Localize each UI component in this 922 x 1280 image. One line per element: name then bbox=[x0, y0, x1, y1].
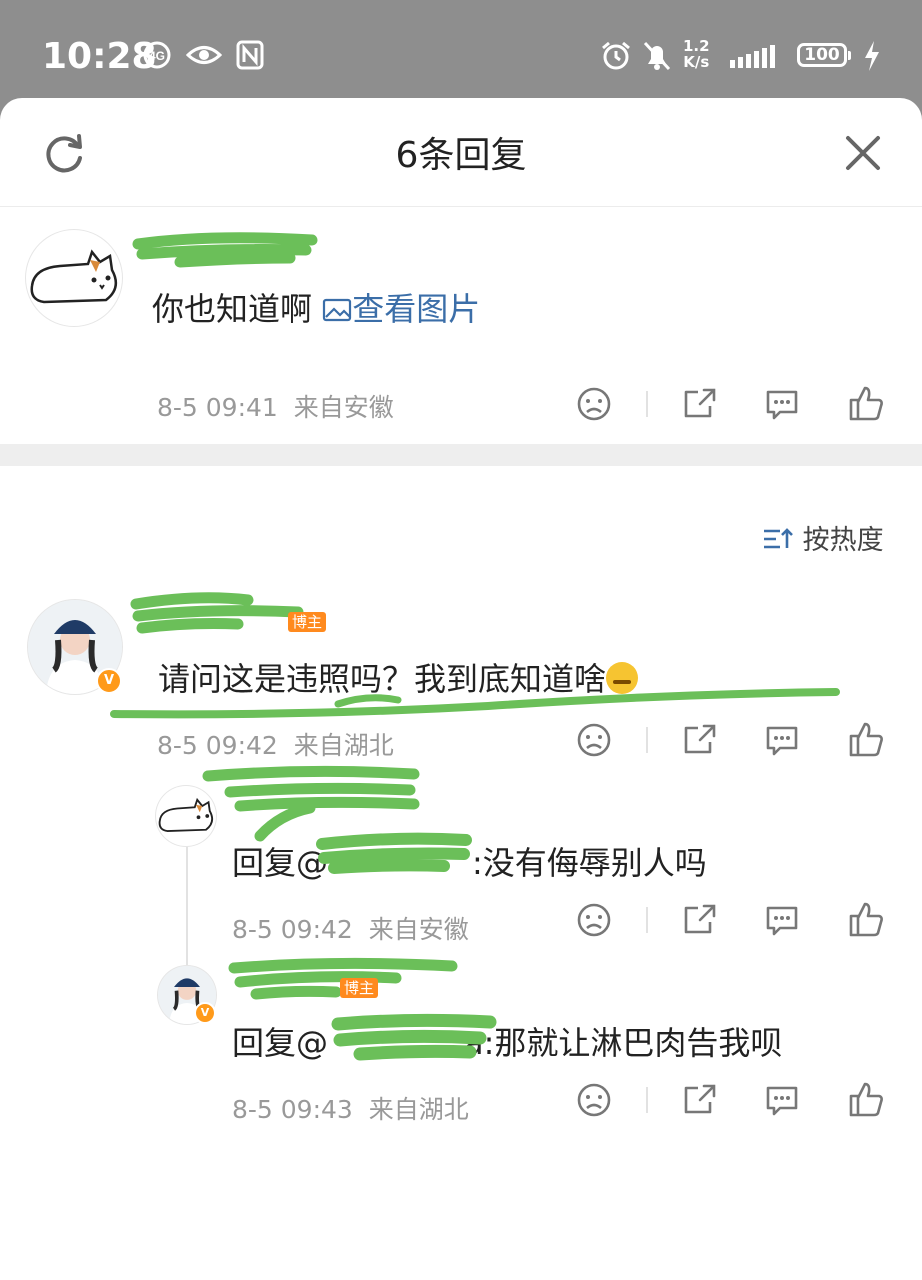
reply-body: :没有侮辱别人吗 bbox=[472, 844, 707, 882]
comment-icon bbox=[766, 390, 798, 420]
sheet-header: 6条回复 bbox=[0, 98, 922, 207]
comment-time: 8-5 09:41 bbox=[157, 393, 278, 422]
share-icon bbox=[684, 1084, 716, 1114]
action-separator bbox=[646, 727, 648, 753]
reply-button[interactable] bbox=[764, 386, 800, 426]
comment-location: 来自安徽 bbox=[293, 393, 394, 422]
comment-icon bbox=[766, 1086, 798, 1116]
share-icon bbox=[684, 724, 716, 754]
dislike-button[interactable] bbox=[576, 722, 612, 762]
reply-prefix: 回复@ bbox=[232, 1024, 329, 1062]
reply-meta: 8-5 09:43 来自湖北 bbox=[232, 1090, 469, 1126]
frown-face-icon bbox=[577, 723, 611, 757]
signal-icon bbox=[730, 45, 775, 68]
dislike-button[interactable] bbox=[576, 902, 612, 942]
sort-icon bbox=[764, 528, 793, 549]
comment-body: 你也知道啊 bbox=[152, 290, 313, 328]
share-button[interactable] bbox=[682, 1082, 718, 1122]
nfc-icon bbox=[236, 40, 264, 70]
blogger-badge: 博主 bbox=[288, 612, 327, 632]
svg-text:4G: 4G bbox=[149, 49, 165, 63]
share-button[interactable] bbox=[682, 722, 718, 762]
thumbs-up-icon bbox=[849, 1082, 883, 1117]
battery-indicator: 100 bbox=[797, 43, 851, 67]
dislike-button[interactable] bbox=[576, 1082, 612, 1122]
blogger-badge: 博主 bbox=[340, 978, 379, 998]
share-icon bbox=[684, 904, 716, 934]
alarm-icon bbox=[602, 41, 630, 70]
view-image-link[interactable]: 查看图片 bbox=[322, 290, 480, 328]
verified-badge-icon: V bbox=[194, 1002, 216, 1024]
net-speed-unit: K/s bbox=[683, 53, 710, 71]
frown-face-icon bbox=[577, 903, 611, 937]
view-image-label: 查看图片 bbox=[352, 290, 481, 328]
reply-meta: 8-5 09:42 来自安徽 bbox=[232, 910, 469, 946]
charging-icon bbox=[865, 41, 879, 71]
reply-time: 8-5 09:42 bbox=[157, 731, 278, 760]
share-icon bbox=[684, 388, 716, 418]
like-button[interactable] bbox=[848, 384, 884, 426]
page-title: 6条回复 bbox=[395, 135, 527, 176]
reply-button[interactable] bbox=[764, 722, 800, 762]
status-time: 10:28 bbox=[42, 36, 157, 77]
reply-location: 来自湖北 bbox=[293, 731, 394, 760]
share-button[interactable] bbox=[682, 386, 718, 426]
mention-redaction bbox=[331, 1013, 497, 1061]
action-separator bbox=[646, 1087, 648, 1113]
frown-face-icon bbox=[577, 1083, 611, 1117]
reply-location: 来自安徽 bbox=[368, 915, 469, 944]
reply-meta: 8-5 09:42 来自湖北 bbox=[157, 726, 394, 762]
reply-time: 8-5 09:42 bbox=[232, 915, 353, 944]
username-redaction bbox=[132, 232, 318, 268]
action-separator bbox=[646, 907, 648, 933]
comment-icon bbox=[766, 906, 798, 936]
hd-call-icon: 4G bbox=[143, 41, 171, 69]
share-button[interactable] bbox=[682, 902, 718, 942]
reply-time: 8-5 09:43 bbox=[232, 1095, 353, 1124]
like-button[interactable] bbox=[848, 720, 884, 762]
comment-meta: 8-5 09:41 来自安徽 bbox=[157, 388, 394, 424]
dislike-button[interactable] bbox=[576, 386, 612, 426]
reply-button[interactable] bbox=[764, 1082, 800, 1122]
net-speed-value: 1.2 bbox=[683, 37, 710, 55]
mention-redaction bbox=[316, 832, 472, 874]
close-icon[interactable] bbox=[844, 134, 882, 172]
thread-line bbox=[186, 846, 188, 974]
section-divider bbox=[0, 444, 922, 466]
eye-icon bbox=[186, 46, 222, 64]
reply-body: a:那就让淋巴肉告我呗 bbox=[464, 1024, 783, 1062]
avatar[interactable] bbox=[26, 230, 122, 326]
username-redaction bbox=[130, 592, 304, 634]
like-button[interactable] bbox=[848, 900, 884, 942]
image-icon bbox=[323, 298, 352, 322]
reply-text: 回复@ a:那就让淋巴肉告我呗 bbox=[232, 1018, 782, 1064]
thumbs-up-icon bbox=[849, 902, 883, 937]
thumbs-up-icon bbox=[849, 386, 883, 421]
action-separator bbox=[646, 391, 648, 417]
status-bar: 10:28 4G 1.2 K/s 100 bbox=[0, 0, 922, 100]
thumbs-up-icon bbox=[849, 722, 883, 757]
comment-icon bbox=[766, 726, 798, 756]
comment-text: 你也知道啊 查看图片 bbox=[152, 284, 480, 330]
like-button[interactable] bbox=[848, 1080, 884, 1122]
frown-face-icon bbox=[577, 387, 611, 421]
sort-label: 按热度 bbox=[802, 525, 884, 556]
reply-location: 来自湖北 bbox=[368, 1095, 469, 1124]
mute-bell-icon bbox=[643, 41, 671, 71]
reply-button[interactable] bbox=[764, 902, 800, 942]
net-speed: 1.2 K/s bbox=[683, 38, 710, 70]
annotation-underline bbox=[110, 688, 840, 719]
sort-toggle[interactable]: 按热度 bbox=[762, 518, 884, 557]
replies-sheet: 6条回复 你也知道啊 查看图片 8-5 09:41 来自安徽 按热度 V 博主 … bbox=[0, 98, 922, 1280]
cat-avatar-icon bbox=[30, 249, 118, 304]
